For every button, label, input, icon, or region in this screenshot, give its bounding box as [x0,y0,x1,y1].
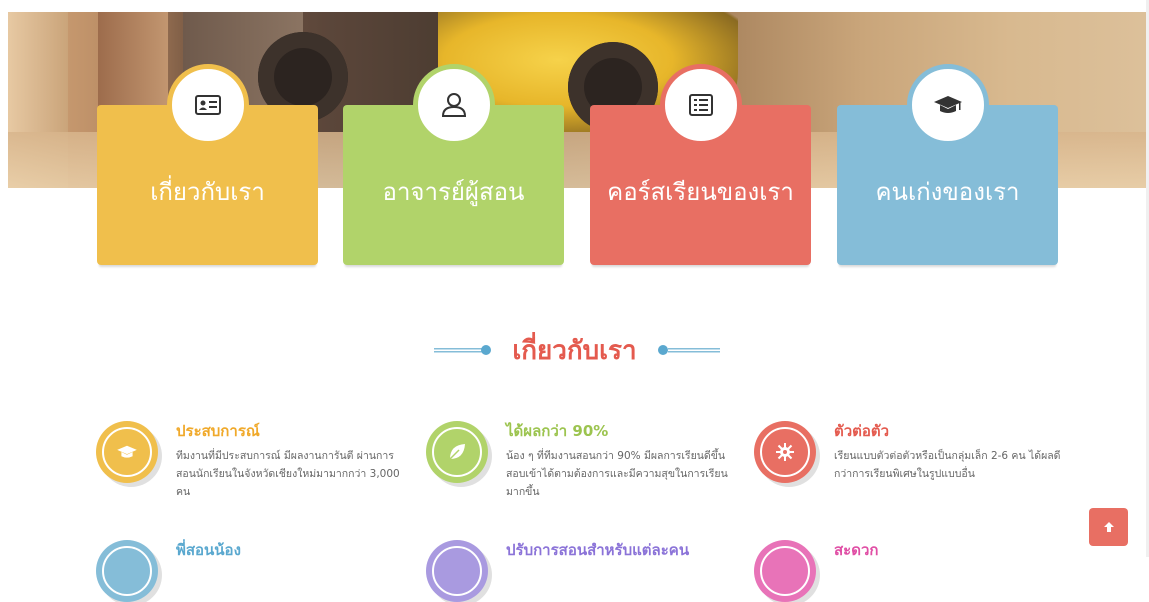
card-courses[interactable]: คอร์สเรียนของเรา [590,64,811,265]
feature-icon-circle [754,421,816,483]
leaf-icon [449,444,465,460]
feature-title: สะดวก [834,541,879,559]
section-title: เกี่ยวกับเรา [512,336,637,366]
feature-icon-circle [96,421,158,483]
feature-text: เรียนแบบตัวต่อตัวหรือเป็นกลุ่มเล็ก 2-6 ค… [834,450,1061,480]
card-title: คนเก่งของเรา [875,178,1020,206]
feature-title: ปรับการสอนสำหรับแต่ละคน [506,541,690,559]
feature-title: พี่สอนน้อง [176,541,241,559]
card-icon-circle [659,64,742,146]
feature-icon-circle [426,540,488,602]
feature-text: น้อง ๆ ที่ทีมงานสอนกว่า 90% มีผลการเรียน… [506,450,728,498]
card-icon-circle [166,64,249,146]
feature-title: ประสบการณ์ [176,422,260,440]
feature-title: ได้ผลกว่า 90% [506,422,609,440]
circle-icon [432,546,482,596]
gear-icon [776,443,794,461]
card-talents[interactable]: คนเก่งของเรา [837,64,1058,265]
card-icon-circle [412,64,495,146]
feature-title: ตัวต่อตัว [834,422,890,440]
feature-icon-circle [754,540,816,602]
card-about[interactable]: เกี่ยวกับเรา [97,64,318,265]
feature-text: ทีมงานที่มีประสบการณ์ มีผลงานการันตี ผ่า… [176,450,400,498]
feature-icon-circle [426,421,488,483]
circle-icon [760,546,810,596]
id-card-icon [194,95,221,115]
scroll-top-button[interactable] [1089,508,1128,546]
card-title: อาจารย์ผู้สอน [382,178,525,206]
card-title: คอร์สเรียนของเรา [607,178,794,206]
card-icon-circle [906,64,989,146]
list-icon [688,94,713,116]
circle-icon [102,546,152,596]
card-teachers[interactable]: อาจารย์ผู้สอน [343,64,564,265]
user-icon [441,93,466,117]
heading-decoration-right [658,345,720,355]
graduation-cap-icon [117,445,137,458]
arrow-up-icon [1103,522,1114,532]
graduation-cap-icon [933,96,962,113]
feature-icon-circle [96,540,158,602]
card-title: เกี่ยวกับเรา [150,178,265,206]
